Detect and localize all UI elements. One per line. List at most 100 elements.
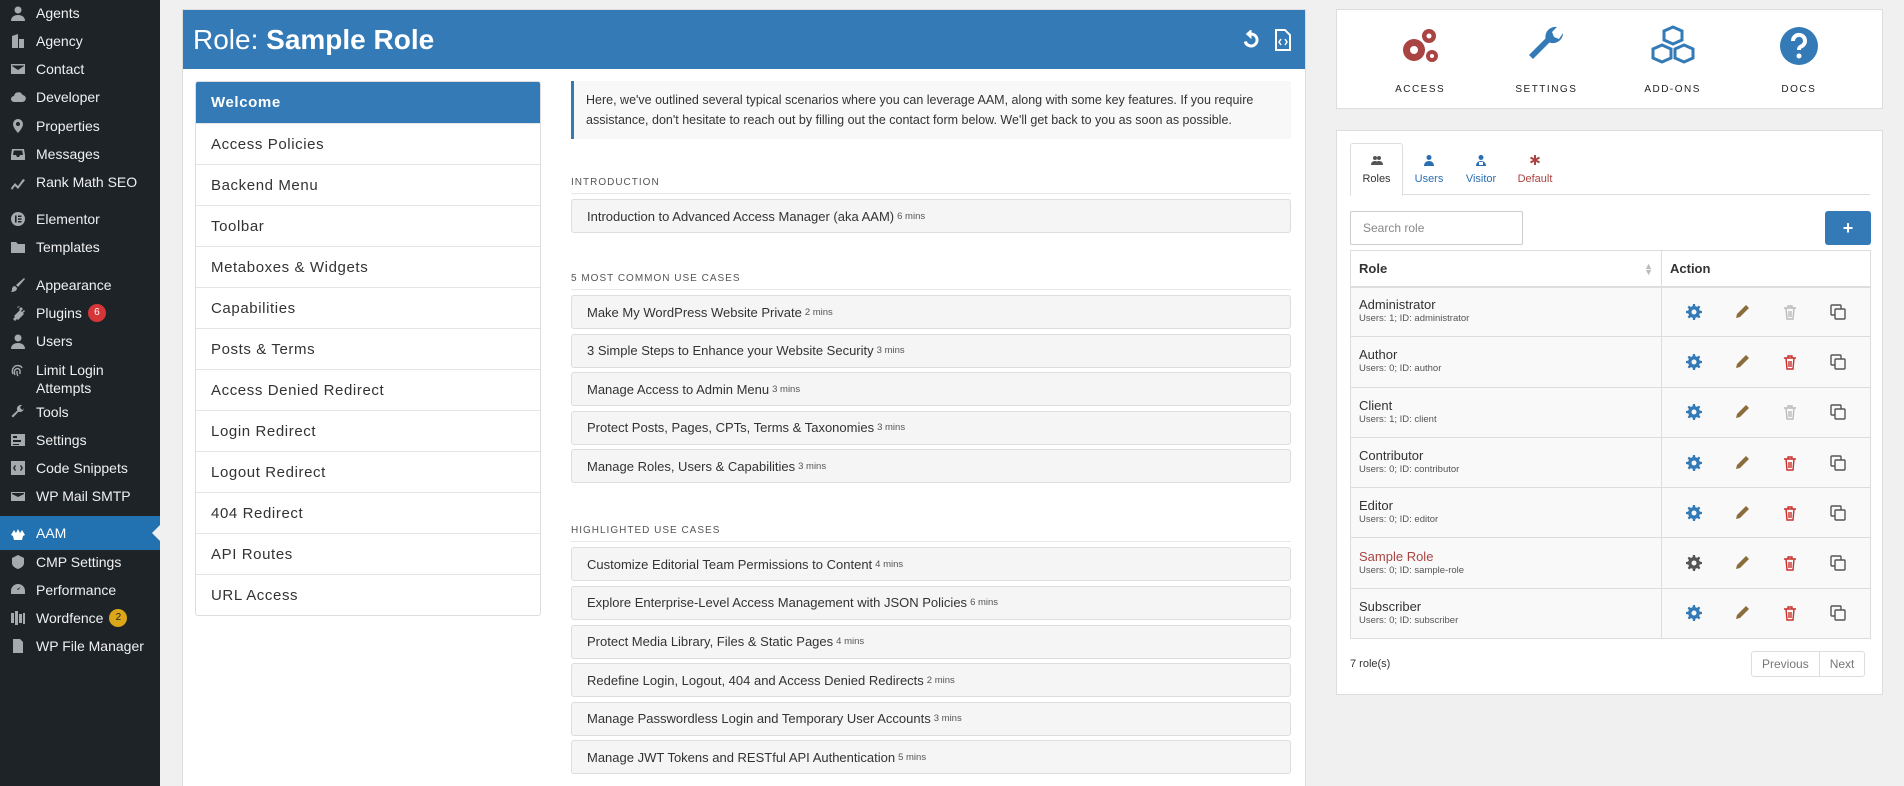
delete-role-trash-icon[interactable] (1766, 605, 1814, 622)
wp-menu-label: Limit Login Attempts (36, 362, 104, 396)
action-cell (1661, 537, 1871, 589)
role-name[interactable]: Subscriber (1359, 599, 1661, 614)
wp-menu-item-performance[interactable]: Performance (0, 581, 160, 599)
delete-role-trash-icon[interactable] (1766, 304, 1814, 320)
delete-role-trash-icon[interactable] (1766, 455, 1814, 471)
clone-role-icon[interactable] (1814, 555, 1862, 571)
role-name[interactable]: Author (1359, 347, 1661, 362)
wp-menu-item-plugins[interactable]: Plugins 6 (0, 304, 160, 322)
nav-item-login-redirect[interactable]: Login Redirect (196, 410, 540, 451)
nav-item-toolbar[interactable]: Toolbar (196, 205, 540, 246)
wp-menu-item-wordfence[interactable]: Wordfence 2 (0, 609, 160, 627)
role-name[interactable]: Client (1359, 398, 1661, 413)
role-meta: Users: 1; ID: administrator (1359, 313, 1470, 325)
use-case-link[interactable]: Manage Passwordless Login and Temporary … (571, 701, 1291, 736)
wp-menu-item-aam[interactable]: AAM (0, 516, 160, 550)
use-case-link[interactable]: Make My WordPress Website Private 2 mins (571, 295, 1291, 329)
edit-role-pencil-icon[interactable] (1718, 555, 1766, 571)
wp-menu-item-wp-file-manager[interactable]: WP File Manager (0, 637, 160, 655)
tab-visitor[interactable]: Visitor (1455, 143, 1507, 195)
wp-menu-item-agency[interactable]: Agency (0, 32, 160, 50)
use-case-link[interactable]: Protect Media Library, Files & Static Pa… (571, 624, 1291, 659)
manage-role-gear-icon[interactable] (1670, 504, 1718, 521)
tool-add-ons[interactable]: ADD-ONS (1613, 23, 1733, 95)
clone-role-icon[interactable] (1814, 404, 1862, 420)
manage-role-gear-icon[interactable] (1670, 404, 1718, 421)
wp-menu-item-templates[interactable]: Templates (0, 238, 160, 256)
wp-menu-item-properties[interactable]: Properties (0, 117, 160, 135)
nav-item-404-redirect[interactable]: 404 Redirect (196, 492, 540, 533)
delete-role-trash-icon[interactable] (1766, 404, 1814, 420)
role-column-header[interactable]: Role ▲ ▼ (1350, 250, 1662, 288)
role-name[interactable]: Administrator (1359, 297, 1661, 312)
previous-page-button[interactable]: Previous (1751, 651, 1820, 677)
nav-item-metaboxes-widgets[interactable]: Metaboxes & Widgets (196, 246, 540, 287)
manage-role-gear-icon[interactable] (1670, 303, 1718, 320)
wp-menu-item-contact[interactable]: Contact (0, 60, 160, 78)
wp-menu-item-cmp-settings[interactable]: CMP Settings (0, 553, 160, 571)
use-case-link[interactable]: Manage Access to Admin Menu 3 mins (571, 372, 1291, 407)
nav-item-capabilities[interactable]: Capabilities (196, 287, 540, 328)
use-case-link[interactable]: Explore Enterprise-Level Access Manageme… (571, 585, 1291, 620)
wp-menu-item-agents[interactable]: Agents (0, 4, 160, 22)
use-case-link[interactable]: Manage Roles, Users & Capabilities 3 mins (571, 449, 1291, 484)
clone-role-icon[interactable] (1814, 454, 1862, 471)
tab-roles[interactable]: Roles (1350, 143, 1403, 196)
reset-icon[interactable] (1239, 28, 1263, 52)
wp-menu-item-elementor[interactable]: Elementor (0, 210, 160, 228)
wp-menu-item-wp-mail-smtp[interactable]: WP Mail SMTP (0, 487, 160, 505)
use-case-link[interactable]: Protect Posts, Pages, CPTs, Terms & Taxo… (571, 410, 1291, 445)
search-role-input[interactable] (1350, 211, 1523, 245)
use-case-link[interactable]: Redefine Login, Logout, 404 and Access D… (571, 663, 1291, 698)
export-policy-icon[interactable] (1271, 28, 1295, 52)
wp-menu-item-code-snippets[interactable]: Code Snippets (0, 459, 160, 477)
tool-docs[interactable]: DOCS (1739, 23, 1859, 95)
edit-role-pencil-icon[interactable] (1718, 605, 1766, 621)
wp-menu-item-rank-math-seo[interactable]: Rank Math SEO (0, 173, 160, 191)
wp-menu-item-users[interactable]: Users (0, 332, 160, 350)
use-case-link[interactable]: 3 Simple Steps to Enhance your Website S… (571, 333, 1291, 368)
next-page-button[interactable]: Next (1819, 651, 1866, 677)
delete-role-trash-icon[interactable] (1766, 505, 1814, 521)
tab-users[interactable]: Users (1403, 143, 1455, 195)
manage-role-gear-icon[interactable] (1670, 605, 1718, 622)
edit-role-pencil-icon[interactable] (1718, 354, 1766, 370)
nav-item-logout-redirect[interactable]: Logout Redirect (196, 451, 540, 492)
clone-role-icon[interactable] (1814, 505, 1862, 521)
add-role-button[interactable]: + (1825, 211, 1871, 245)
nav-item-access-denied-redirect[interactable]: Access Denied Redirect (196, 369, 540, 410)
tab-default[interactable]: Default (1507, 143, 1563, 195)
delete-role-trash-icon[interactable] (1766, 354, 1814, 370)
nav-item-access-policies[interactable]: Access Policies (196, 123, 540, 164)
delete-role-trash-icon[interactable] (1766, 555, 1814, 571)
nav-item-backend-menu[interactable]: Backend Menu (196, 164, 540, 205)
nav-item-url-access[interactable]: URL Access (196, 574, 540, 615)
tool-access[interactable]: ACCESS (1360, 23, 1480, 95)
wp-menu-item-developer[interactable]: Developer (0, 88, 160, 106)
nav-item-api-routes[interactable]: API Routes (196, 533, 540, 574)
wp-menu-item-limit-login-attempts[interactable]: Limit Login Attempts (0, 361, 160, 397)
nav-item-welcome[interactable]: Welcome (196, 82, 540, 123)
wp-menu-item-messages[interactable]: Messages (0, 145, 160, 163)
edit-role-pencil-icon[interactable] (1718, 455, 1766, 471)
location-pin-icon (10, 118, 26, 134)
use-case-link[interactable]: Customize Editorial Team Permissions to … (571, 547, 1291, 582)
role-name[interactable]: Contributor (1359, 448, 1661, 463)
manage-role-gear-icon[interactable] (1670, 353, 1718, 370)
clone-role-icon[interactable] (1814, 304, 1862, 320)
role-name[interactable]: Editor (1359, 498, 1661, 513)
wp-menu-item-tools[interactable]: Tools (0, 403, 160, 421)
clone-role-icon[interactable] (1814, 605, 1862, 622)
nav-item-posts-terms[interactable]: Posts & Terms (196, 328, 540, 369)
edit-role-pencil-icon[interactable] (1718, 404, 1766, 420)
edit-role-pencil-icon[interactable] (1718, 304, 1766, 320)
wp-menu-item-settings[interactable]: Settings (0, 431, 160, 449)
clone-role-icon[interactable] (1814, 354, 1862, 370)
use-case-link[interactable]: Manage JWT Tokens and RESTful API Authen… (571, 740, 1291, 775)
use-case-link[interactable]: Introduction to Advanced Access Manager … (571, 199, 1291, 233)
role-name[interactable]: Sample Role (1359, 549, 1661, 564)
tool-settings[interactable]: SETTINGS (1486, 23, 1606, 95)
wp-menu-item-appearance[interactable]: Appearance (0, 276, 160, 294)
manage-role-gear-icon[interactable] (1670, 454, 1718, 471)
edit-role-pencil-icon[interactable] (1718, 505, 1766, 521)
